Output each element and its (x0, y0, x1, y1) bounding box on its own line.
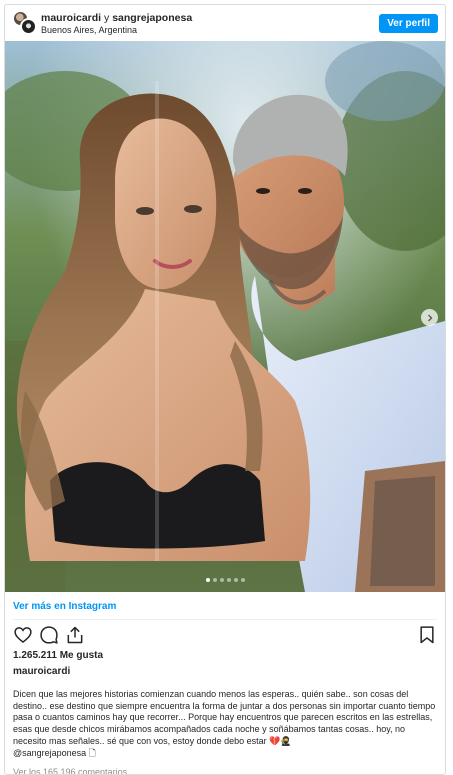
username-link[interactable]: mauroicardi (41, 12, 101, 24)
post-image (5, 41, 445, 592)
location-label[interactable]: Buenos Aires, Argentina (41, 24, 192, 36)
post-photo[interactable] (5, 41, 445, 592)
caption-author[interactable]: mauroicardi (13, 666, 70, 677)
bookmark-icon[interactable] (417, 625, 437, 645)
username-link[interactable]: sangrejaponesa (112, 12, 192, 24)
view-profile-button[interactable]: Ver perfil (379, 14, 438, 33)
like-count[interactable]: 1.265.211 Me gusta (13, 650, 103, 661)
mention-link[interactable]: @sangrejaponesa 🗋 (13, 748, 437, 760)
share-icon[interactable] (65, 625, 85, 645)
carousel-indicator (5, 578, 445, 582)
username-conjunction: y (104, 12, 110, 24)
instagram-embed-card: mauroicardi y sangrejaponesa Buenos Aire… (4, 4, 446, 775)
header-users: mauroicardi y sangrejaponesa (41, 12, 192, 24)
carousel-dot (219, 578, 224, 582)
action-bar (11, 625, 439, 647)
view-comments-link[interactable]: Ver los 165.196 comentarios (13, 767, 127, 774)
avatar[interactable] (20, 18, 37, 35)
caption-text: Dicen que las mejores historias comienza… (13, 689, 436, 746)
avatar-group[interactable] (12, 10, 38, 36)
comment-icon[interactable] (39, 625, 59, 645)
view-more-link[interactable]: Ver más en Instagram (13, 601, 116, 612)
carousel-dot (226, 578, 231, 582)
divider (13, 619, 437, 620)
carousel-dot (240, 578, 245, 582)
carousel-next-button[interactable] (421, 309, 438, 326)
carousel-dot (233, 578, 238, 582)
header-text: mauroicardi y sangrejaponesa Buenos Aire… (41, 12, 192, 36)
carousel-dot (205, 578, 210, 582)
carousel-dot (212, 578, 217, 582)
heart-icon[interactable] (13, 625, 33, 645)
post-header: mauroicardi y sangrejaponesa Buenos Aire… (5, 5, 445, 41)
chevron-right-icon (427, 314, 432, 321)
post-caption: Dicen que las mejores historias comienza… (13, 689, 437, 759)
